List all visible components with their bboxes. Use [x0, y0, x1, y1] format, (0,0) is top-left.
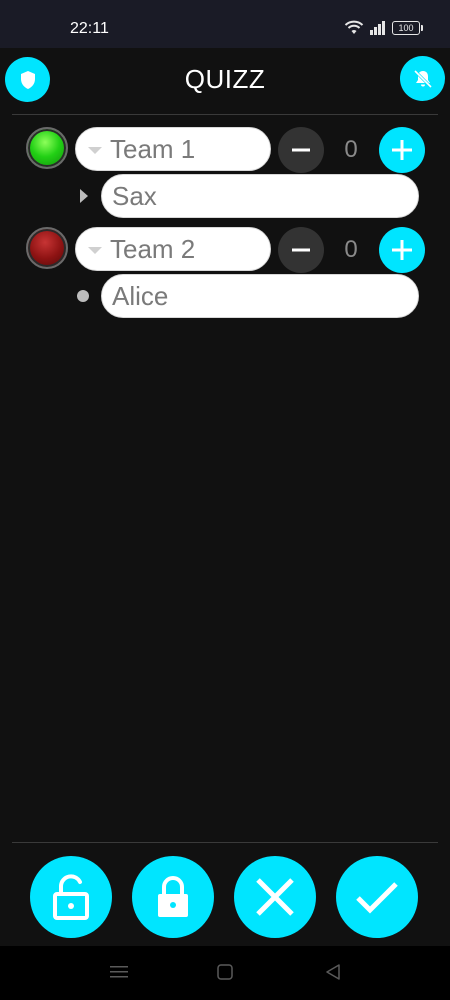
toolbar-divider [12, 842, 438, 843]
team-2-status-light [26, 227, 68, 269]
reject-button[interactable] [234, 856, 316, 938]
unlock-button[interactable] [30, 856, 112, 938]
notifications-off-button[interactable] [400, 56, 445, 101]
system-nav-bar [0, 946, 450, 1000]
team-1-name: Team 1 [110, 133, 196, 164]
team-2-decrement-button[interactable] [278, 227, 324, 273]
plus-icon [392, 140, 412, 160]
signal-icon [370, 21, 385, 35]
plus-icon [392, 240, 412, 260]
team-1-player-field[interactable]: Sax [101, 174, 419, 218]
unlock-icon [53, 874, 89, 920]
team-1-decrement-button[interactable] [278, 127, 324, 173]
menu-icon [110, 966, 128, 978]
close-icon [256, 878, 294, 916]
team-2-score: 0 [344, 236, 358, 263]
menu-nav-button[interactable] [110, 964, 128, 980]
status-time: 22:11 [70, 20, 109, 37]
app-header: QUIZZ [0, 48, 450, 112]
team-2-increment-button[interactable] [379, 227, 425, 273]
team-1-player-name: Sax [112, 180, 157, 211]
page-title: QUIZZ [184, 64, 266, 94]
wifi-icon [344, 20, 364, 34]
team-2-player-field[interactable]: Alice [101, 274, 419, 318]
team-2-name-field[interactable]: Team 2 [75, 227, 271, 271]
home-icon [217, 964, 233, 980]
team-1-status-light [26, 127, 68, 169]
team-2-player-name: Alice [112, 280, 169, 311]
team-2-player-bullet [77, 290, 89, 302]
lock-icon [158, 876, 188, 917]
confirm-button[interactable] [336, 856, 418, 938]
minus-icon [292, 248, 310, 252]
team-2-name: Team 2 [110, 233, 196, 264]
team-1-score: 0 [344, 136, 358, 163]
lock-button[interactable] [132, 856, 214, 938]
back-icon [326, 964, 340, 980]
chevron-down-icon[interactable] [88, 146, 102, 154]
home-nav-button[interactable] [217, 964, 233, 980]
team-1-name-field[interactable]: Team 1 [75, 127, 271, 171]
check-icon [356, 882, 398, 914]
status-bar: 22:11 100 [0, 0, 450, 48]
notifications-off-icon [413, 69, 432, 88]
header-divider [12, 114, 438, 115]
back-nav-button[interactable] [325, 964, 341, 980]
team-1-expand-arrow[interactable] [80, 189, 88, 203]
chevron-down-icon[interactable] [88, 246, 102, 254]
minus-icon [292, 148, 310, 152]
battery-icon: 100 [392, 21, 423, 35]
team-1-increment-button[interactable] [379, 127, 425, 173]
status-icons: 100 [344, 20, 423, 36]
